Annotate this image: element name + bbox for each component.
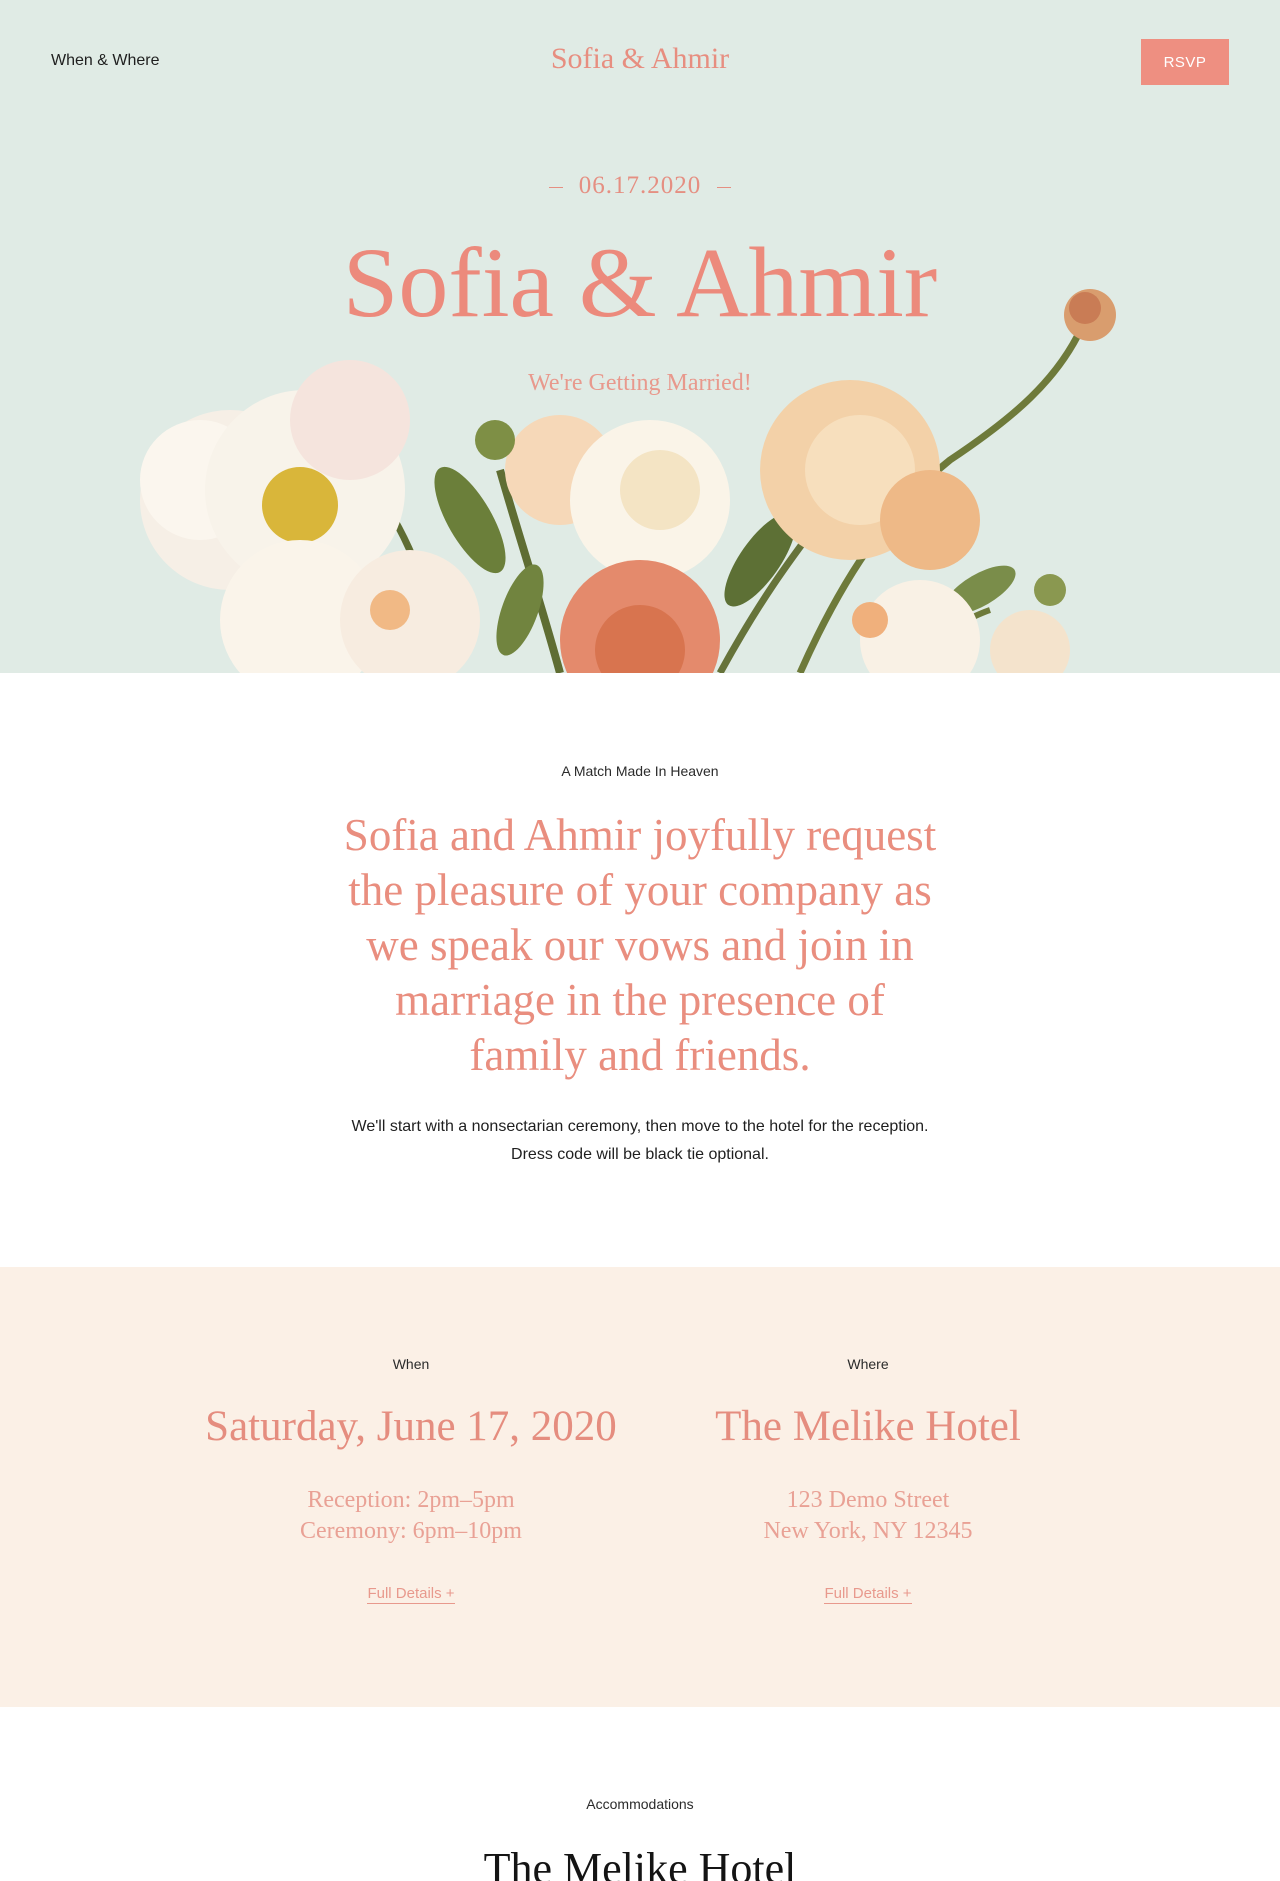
intro-body-line: We'll start with a nonsectarian ceremony… xyxy=(351,1118,929,1135)
intro-eyebrow: A Match Made In Heaven xyxy=(561,763,719,779)
where-title: The Melike Hotel xyxy=(715,1403,1021,1450)
intro-body-line: Dress code will be black tie optional. xyxy=(511,1146,769,1163)
rsvp-button[interactable]: RSVP xyxy=(1141,39,1229,85)
ceremony-time: Ceremony: 6pm–10pm xyxy=(300,1518,522,1544)
when-where-section: When Saturday, June 17, 2020 Reception: … xyxy=(0,1267,1280,1707)
hero-section: When & Where Sofia & Ahmir RSVP 06.17.20… xyxy=(0,0,1280,673)
when-eyebrow: When xyxy=(392,1356,430,1372)
hero-tagline: We're Getting Married! xyxy=(528,370,752,396)
when-title: Saturday, June 17, 2020 xyxy=(205,1403,617,1450)
dash-left xyxy=(548,186,563,188)
when-times: Reception: 2pm–5pm Ceremony: 6pm–10pm xyxy=(181,1485,641,1547)
address-street: 123 Demo Street xyxy=(786,1487,950,1513)
accommodations-title: The Melike Hotel xyxy=(483,1844,797,1881)
hero-title: Sofia & Ahmir xyxy=(342,227,938,338)
when-link-wrap: Full Details + xyxy=(181,1585,641,1604)
when-full-details-link[interactable]: Full Details + xyxy=(367,1585,455,1604)
where-link-wrap: Full Details + xyxy=(638,1585,1098,1604)
intro-heading: Sofia and Ahmir joyfully request the ple… xyxy=(343,810,937,1080)
hero-date: 06.17.2020 xyxy=(0,172,1280,200)
reception-time: Reception: 2pm–5pm xyxy=(307,1487,515,1513)
where-full-details-link[interactable]: Full Details + xyxy=(824,1585,912,1604)
address-city: New York, NY 12345 xyxy=(763,1518,973,1544)
where-address: 123 Demo Street New York, NY 12345 xyxy=(638,1485,1098,1547)
hero-date-text: 06.17.2020 xyxy=(578,172,702,199)
accommodations-eyebrow: Accommodations xyxy=(586,1796,694,1812)
dash-right xyxy=(717,186,732,188)
where-eyebrow: Where xyxy=(847,1356,889,1372)
site-brand[interactable]: Sofia & Ahmir xyxy=(0,42,1280,76)
intro-body: We'll start with a nonsectarian ceremony… xyxy=(340,1113,940,1169)
